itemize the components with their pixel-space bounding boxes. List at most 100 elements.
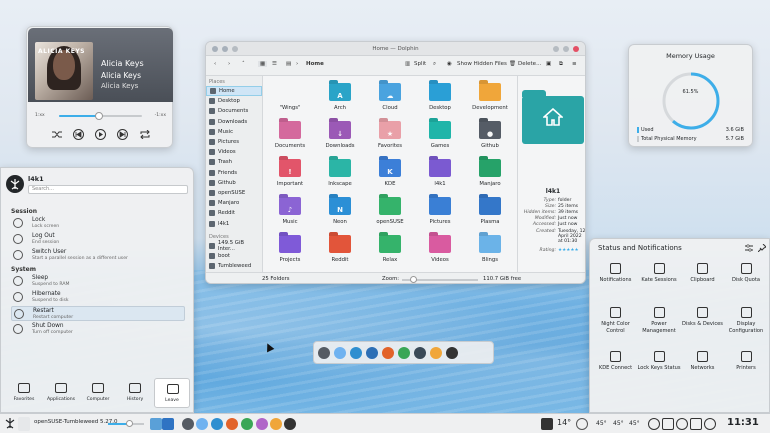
breadcrumb[interactable]: Home xyxy=(306,61,324,67)
seek-handle[interactable] xyxy=(94,112,103,120)
zoom-slider[interactable] xyxy=(402,276,478,283)
search-icon[interactable]: ⌕ xyxy=(433,61,436,68)
app-icon-2[interactable] xyxy=(334,347,346,359)
folder-item[interactable]: Relax xyxy=(365,229,415,267)
folder-item[interactable]: ! Important xyxy=(265,153,315,191)
leave-item-shut-down[interactable]: Shut Down Turn off computer xyxy=(11,322,185,337)
status-item-notifications[interactable]: Notifications xyxy=(594,261,637,303)
pin-icon[interactable] xyxy=(222,46,228,52)
taskbar-firefox-icon[interactable] xyxy=(226,418,238,430)
taskbar-app-2[interactable] xyxy=(196,418,208,430)
folder-item[interactable]: Inkscape xyxy=(315,153,365,191)
places-item[interactable]: Downloads xyxy=(206,117,262,127)
folder-item[interactable]: openSUSE xyxy=(365,191,415,229)
taskbar-app-8[interactable] xyxy=(284,418,296,430)
task-label[interactable]: openSUSE-Tumbleweed 5.27.0 xyxy=(34,419,117,425)
tab-history[interactable]: History xyxy=(117,378,153,408)
seek-bar[interactable]: 1:xx -1:xx xyxy=(35,111,166,121)
places-item[interactable]: Pictures xyxy=(206,137,262,147)
cpu-temp-1[interactable]: 45° xyxy=(596,420,607,427)
tray-expand-icon[interactable] xyxy=(716,418,722,430)
folder-item[interactable]: ★ Favorites xyxy=(365,115,415,153)
taskbar-app-5[interactable] xyxy=(241,418,253,430)
app-icon-8[interactable] xyxy=(430,347,442,359)
places-item[interactable]: Videos xyxy=(206,147,262,157)
folder-item[interactable]: Documents xyxy=(265,115,315,153)
configure-icon[interactable] xyxy=(745,244,753,252)
window-titlebar[interactable]: Home — Dolphin xyxy=(206,42,585,56)
folder-item[interactable]: N Neon xyxy=(315,191,365,229)
copy-icon[interactable]: ⧉ xyxy=(559,61,563,68)
app-icon-4[interactable] xyxy=(366,347,378,359)
folder-item[interactable]: Plasma xyxy=(465,191,515,229)
icons-view-icon[interactable]: ▦ xyxy=(258,61,268,67)
back-icon[interactable]: ‹ xyxy=(214,61,216,67)
status-item-display-configuration[interactable]: Display Configuration xyxy=(725,305,768,347)
previous-track-icon[interactable] xyxy=(72,127,86,141)
search-input[interactable]: Search... xyxy=(28,185,188,194)
folder-item[interactable]: Pictures xyxy=(415,191,465,229)
tumbleweed-icon[interactable] xyxy=(162,418,174,430)
places-item[interactable]: Trash xyxy=(206,157,262,167)
up-icon[interactable]: ˄ xyxy=(242,61,245,67)
status-item-power-management[interactable]: Power Management xyxy=(638,305,681,347)
folder-item[interactable]: A Arch xyxy=(315,77,365,115)
places-item[interactable]: Friends xyxy=(206,168,262,178)
leave-item-sleep[interactable]: Sleep Suspend to RAM xyxy=(11,274,185,289)
next-track-icon[interactable] xyxy=(116,127,130,141)
app-icon-6[interactable] xyxy=(398,347,410,359)
taskbar-app-6[interactable] xyxy=(256,418,268,430)
device-item[interactable]: 149.5 GiB Inter... xyxy=(206,240,262,252)
details-view-icon[interactable]: ▤ xyxy=(286,61,291,67)
launcher-icon[interactable] xyxy=(5,417,15,431)
taskbar-app-3[interactable] xyxy=(211,418,223,430)
window-menu-icon[interactable] xyxy=(212,46,218,52)
folder-item[interactable]: Projects xyxy=(265,229,315,267)
app-icon-3[interactable] xyxy=(350,347,362,359)
play-pause-icon[interactable] xyxy=(94,127,108,141)
status-item-disk-quota[interactable]: Disk Quota xyxy=(725,261,768,303)
folder-item[interactable]: l4k1 xyxy=(415,153,465,191)
places-item[interactable]: Github xyxy=(206,178,262,188)
status-item-kde-connect[interactable]: KDE Connect xyxy=(594,349,637,391)
taskbar-app-7[interactable] xyxy=(270,418,282,430)
maximize-button[interactable] xyxy=(563,46,569,52)
folder-item[interactable]: Desktop xyxy=(415,77,465,115)
device-item[interactable]: boot xyxy=(206,251,262,261)
folder-item[interactable]: ♪ Music xyxy=(265,191,315,229)
widgets-icon[interactable] xyxy=(541,418,553,430)
places-item[interactable]: Desktop xyxy=(206,96,262,106)
pin-icon[interactable] xyxy=(757,243,767,253)
folder-item[interactable]: ☁ Cloud xyxy=(365,77,415,115)
folder-item[interactable]: K KDE xyxy=(365,153,415,191)
folder-item[interactable]: Development xyxy=(465,77,515,115)
status-item-night-color-control[interactable]: Night Color Control xyxy=(594,305,637,347)
tab-computer[interactable]: Computer xyxy=(80,378,116,408)
delete-button[interactable]: Delete... xyxy=(518,61,541,67)
volume-icon[interactable] xyxy=(676,418,688,430)
folder-item[interactable]: Manjaro xyxy=(465,153,515,191)
info-panel-icon[interactable]: ▣ xyxy=(546,61,551,67)
close-button[interactable] xyxy=(573,46,579,52)
status-item-disks-devices[interactable]: Disks & Devices xyxy=(681,305,724,347)
compact-view-icon[interactable]: ☰ xyxy=(272,61,277,67)
folder-item[interactable]: Games xyxy=(415,115,465,153)
taskbar-app-1[interactable] xyxy=(182,418,194,430)
window-icon[interactable] xyxy=(150,418,162,430)
status-item-networks[interactable]: Networks xyxy=(681,349,724,391)
device-item[interactable]: Tumbleweed xyxy=(206,261,262,271)
folder-item[interactable]: Videos xyxy=(415,229,465,267)
places-item[interactable]: Manjaro xyxy=(206,198,262,208)
avatar[interactable] xyxy=(6,175,24,193)
places-item[interactable]: openSUSE xyxy=(206,188,262,198)
leave-item-log-out[interactable]: Log Out End session xyxy=(11,232,185,247)
hamburger-menu-icon[interactable]: ≡ xyxy=(572,61,577,67)
app-icon-7[interactable] xyxy=(414,347,426,359)
folder-item[interactable]: ↓ Downloads xyxy=(315,115,365,153)
cpu-temp-2[interactable]: 45° xyxy=(613,420,624,427)
media-icon[interactable] xyxy=(648,418,660,430)
places-item[interactable]: Reddit xyxy=(206,208,262,218)
status-item-lock-keys-status[interactable]: Lock Keys Status xyxy=(638,349,681,391)
show-hidden-button[interactable]: Show Hidden Files xyxy=(457,61,507,67)
folder-item[interactable]: Reddit xyxy=(315,229,365,267)
